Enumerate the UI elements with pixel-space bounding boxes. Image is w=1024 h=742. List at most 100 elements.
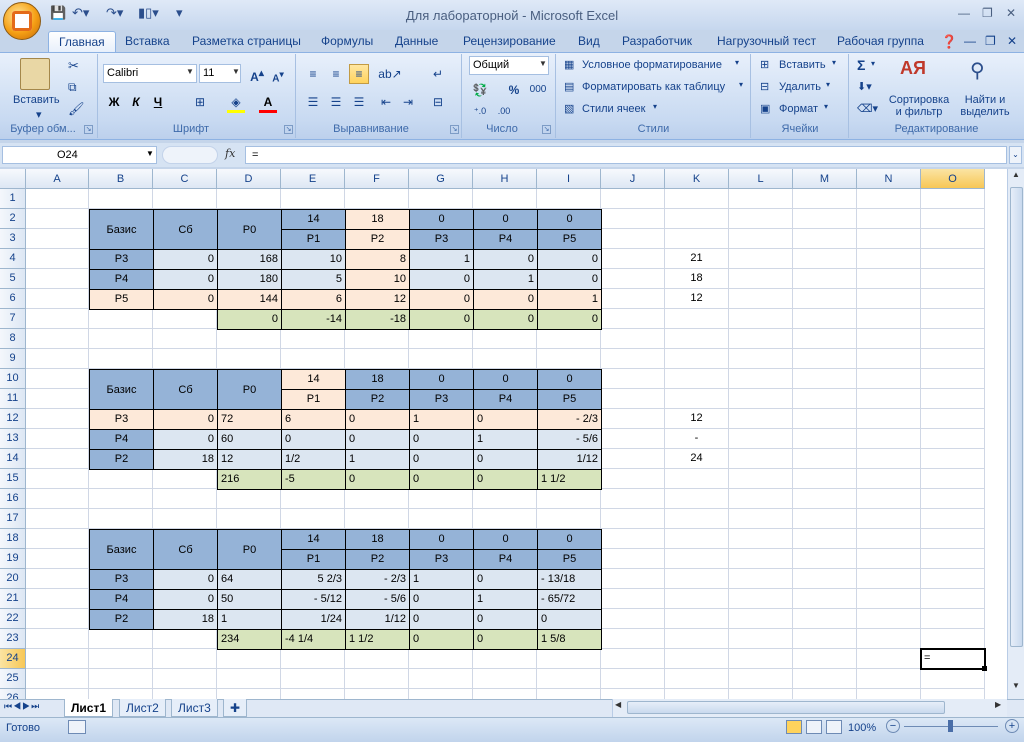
grid-cell[interactable] [729, 429, 793, 449]
grid-cell[interactable] [26, 629, 89, 649]
table2-row-2-col-6[interactable]: 0 [473, 449, 538, 470]
column-header-o[interactable]: O [921, 169, 985, 189]
font-size-dropdown-icon[interactable]: ▼ [232, 67, 240, 76]
cell-styles-dropdown-icon[interactable]: ▾ [653, 102, 657, 111]
format-cells-icon[interactable]: ▣ [760, 102, 770, 115]
format-as-table-button[interactable]: Форматировать как таблицу [582, 81, 725, 93]
table2-cost-2[interactable]: 0 [409, 369, 474, 390]
grid-cell[interactable] [601, 289, 665, 309]
grid-cell[interactable] [793, 469, 857, 489]
table1-row-0-col-0[interactable]: P3 [89, 249, 154, 270]
grow-font-icon[interactable]: A▴ [247, 64, 267, 84]
paste-icon[interactable] [20, 58, 50, 90]
insert-cells-icon[interactable]: ⊞ [760, 58, 769, 71]
grid-cell[interactable] [537, 669, 601, 689]
grid-cell[interactable] [793, 609, 857, 629]
grid-cell[interactable] [921, 429, 985, 449]
table3-row-2-col-7[interactable]: 0 [537, 609, 602, 630]
table1-var-0[interactable]: P1 [281, 229, 346, 250]
table2-row-1-col-3[interactable]: 0 [281, 429, 346, 450]
grid-cell[interactable] [921, 229, 985, 249]
table1-row-1-col-0[interactable]: P4 [89, 269, 154, 290]
grid-cell[interactable] [921, 669, 985, 689]
grid-cell[interactable] [665, 669, 729, 689]
table2-cost-3[interactable]: 0 [473, 369, 538, 390]
orientation-icon[interactable]: ab↗ [376, 64, 404, 84]
grid-cell[interactable] [345, 509, 409, 529]
grid-cell[interactable] [89, 649, 153, 669]
grid-cell[interactable] [729, 309, 793, 329]
row-header-22[interactable]: 22 [0, 609, 26, 629]
grid-cell[interactable] [729, 249, 793, 269]
table2-row-0-col-3[interactable]: 6 [281, 409, 346, 430]
table2-var-1[interactable]: P2 [345, 389, 410, 410]
row-header-5[interactable]: 5 [0, 269, 26, 289]
ribbon-close-icon[interactable]: ✕ [1007, 31, 1017, 52]
grid-cell[interactable] [793, 629, 857, 649]
insert-cells-dropdown-icon[interactable]: ▾ [832, 58, 836, 67]
table2-row-1-col-7[interactable]: - 5/6 [537, 429, 602, 450]
row-header-6[interactable]: 6 [0, 289, 26, 309]
table2-row-0-col-7[interactable]: - 2/3 [537, 409, 602, 430]
office-button[interactable] [3, 2, 41, 40]
grid-cell[interactable] [665, 569, 729, 589]
grid-cell[interactable] [153, 509, 217, 529]
grid-cell[interactable] [601, 529, 665, 549]
table2-row-0-col-5[interactable]: 1 [409, 409, 474, 430]
row-header-11[interactable]: 11 [0, 389, 26, 409]
formula-input[interactable]: = [245, 146, 1007, 164]
grid-cell[interactable] [665, 389, 729, 409]
grid-cell[interactable] [153, 649, 217, 669]
grid-cell[interactable] [793, 349, 857, 369]
grid-cell[interactable] [409, 649, 473, 669]
grid-cell[interactable] [857, 409, 921, 429]
row-header-20[interactable]: 20 [0, 569, 26, 589]
table1-var-1[interactable]: P2 [345, 229, 410, 250]
grid-cell[interactable] [153, 489, 217, 509]
row-header-8[interactable]: 8 [0, 329, 26, 349]
grid-cell[interactable] [729, 649, 793, 669]
table1-row-1-col-7[interactable]: 0 [537, 269, 602, 290]
grid-cell[interactable] [281, 649, 345, 669]
tab-developer[interactable]: Разработчик [622, 31, 692, 52]
grid-cell[interactable] [345, 489, 409, 509]
table2-row-2-col-0[interactable]: P2 [89, 449, 154, 470]
grid-cell[interactable] [89, 469, 153, 489]
grid-cell[interactable] [26, 249, 89, 269]
grid-cell[interactable] [857, 369, 921, 389]
grid-cell[interactable] [729, 409, 793, 429]
table3-row-1-col-7[interactable]: - 65/72 [537, 589, 602, 610]
table2-var-2[interactable]: P3 [409, 389, 474, 410]
align-center-icon[interactable]: ☰ [326, 92, 346, 112]
grid-cell[interactable] [153, 349, 217, 369]
insert-function-button[interactable]: fx [225, 147, 235, 160]
align-middle-icon[interactable]: ≡ [326, 64, 346, 84]
table1-row-0-col-4[interactable]: 8 [345, 249, 410, 270]
grid-cell[interactable] [26, 449, 89, 469]
table3-cost-3[interactable]: 0 [473, 529, 538, 550]
grid-cell[interactable] [26, 389, 89, 409]
grid-cell[interactable] [921, 369, 985, 389]
grid-cell[interactable] [857, 309, 921, 329]
grid-cell[interactable] [857, 189, 921, 209]
grid-cell[interactable] [793, 529, 857, 549]
table2-ratio-0[interactable]: 12 [665, 409, 729, 429]
grid-cell[interactable] [345, 349, 409, 369]
grid-cell[interactable] [601, 349, 665, 369]
grid-cell[interactable] [153, 329, 217, 349]
clear-icon[interactable]: ⌫▾ [857, 102, 878, 115]
column-header-c[interactable]: C [153, 169, 217, 189]
grid-cell[interactable] [601, 509, 665, 529]
table3-row-2-col-3[interactable]: 1/24 [281, 609, 346, 630]
grid-cell[interactable] [601, 469, 665, 489]
grid-cell[interactable] [537, 649, 601, 669]
table2-cost-1[interactable]: 18 [345, 369, 410, 390]
grid-cell[interactable] [153, 689, 217, 699]
fill-color-icon[interactable]: ◈ [226, 92, 246, 112]
align-bottom-icon[interactable]: ≡ [349, 64, 369, 84]
column-header-n[interactable]: N [857, 169, 921, 189]
grid-cell[interactable] [89, 309, 153, 329]
grid-cell[interactable] [857, 549, 921, 569]
grid-cell[interactable] [921, 449, 985, 469]
grid-cell[interactable] [793, 189, 857, 209]
